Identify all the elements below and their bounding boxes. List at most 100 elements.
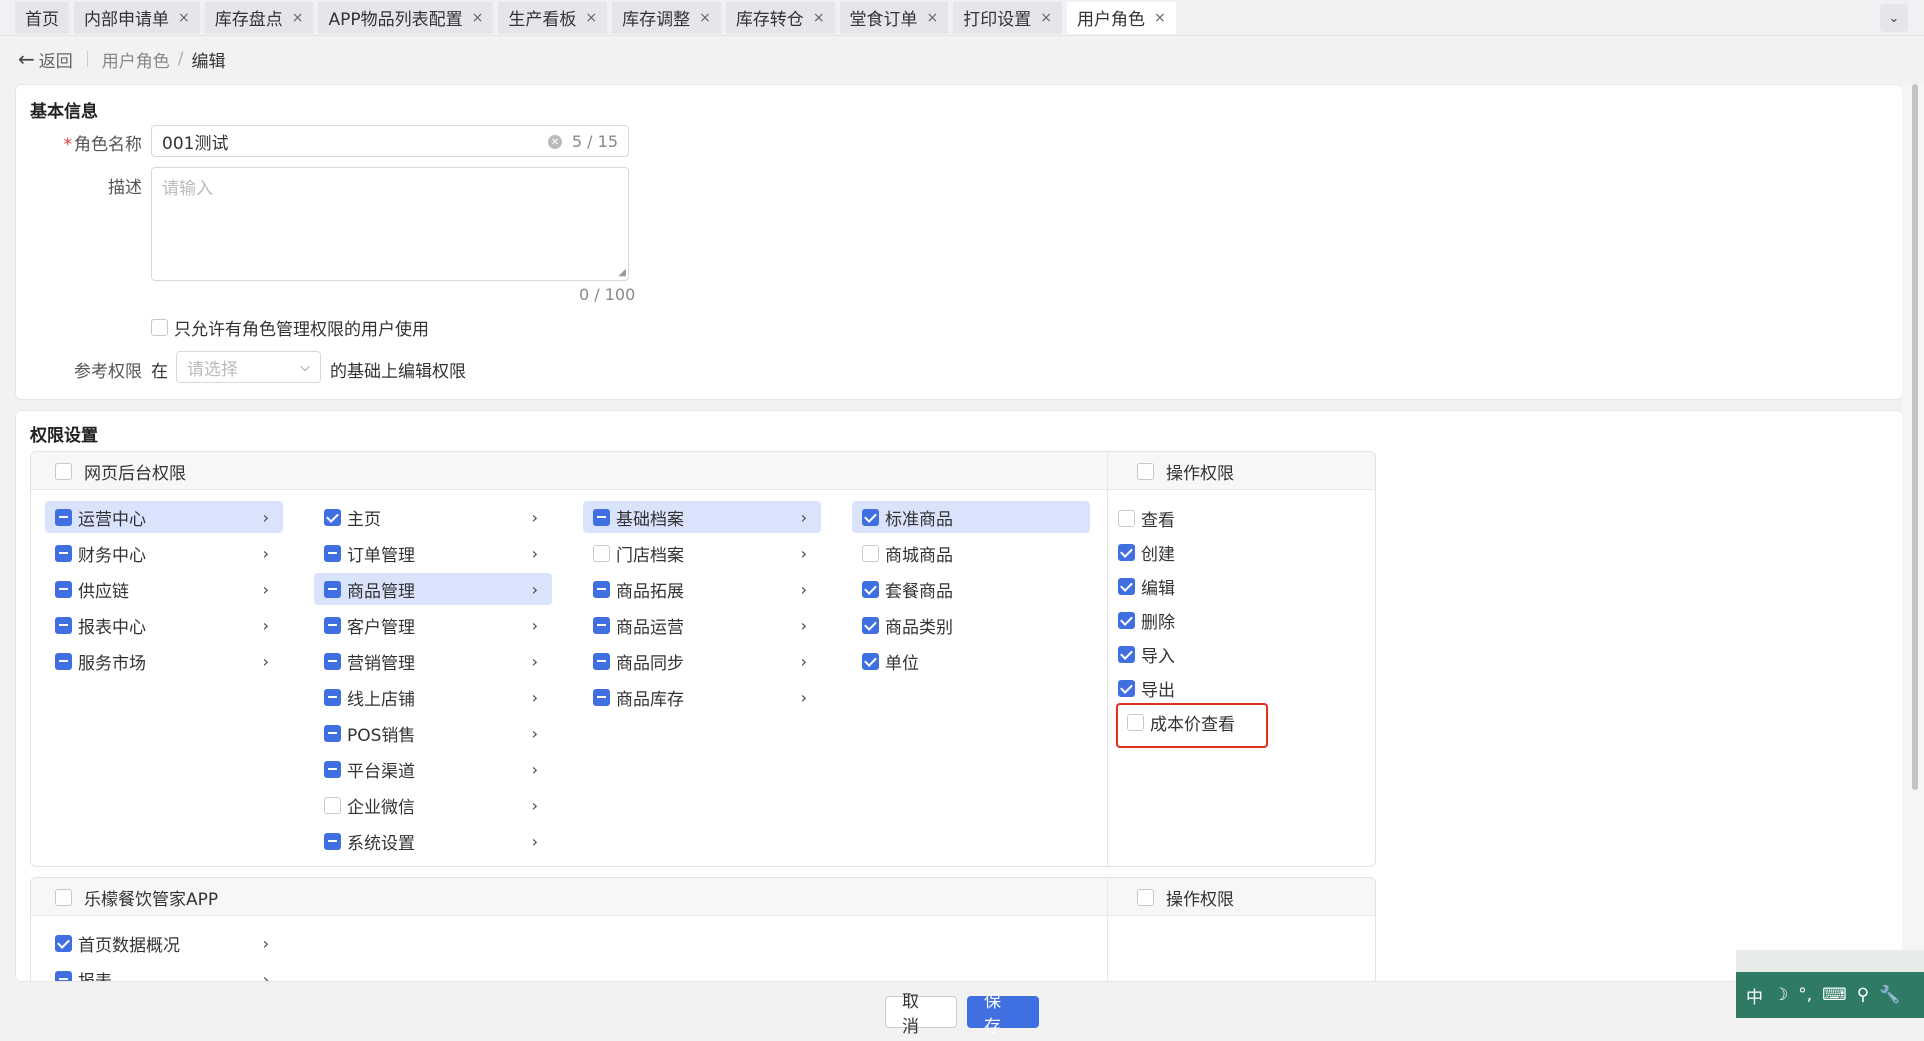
chevron-right-icon[interactable]: › bbox=[532, 796, 538, 815]
permission-checkbox[interactable] bbox=[593, 544, 610, 562]
chevron-right-icon[interactable]: › bbox=[801, 688, 807, 707]
permission-item[interactable]: 单位 bbox=[852, 645, 1090, 677]
ime-icon-1[interactable]: ☽ bbox=[1773, 985, 1788, 1005]
permission-item[interactable]: 企业微信 › bbox=[314, 789, 552, 821]
permission-checkbox[interactable] bbox=[324, 544, 341, 562]
close-icon[interactable]: × bbox=[292, 10, 304, 26]
permission-checkbox[interactable] bbox=[324, 580, 341, 598]
op-permission-checkbox[interactable] bbox=[1118, 543, 1135, 561]
op-permission-checkbox[interactable] bbox=[1118, 577, 1135, 595]
app-permission-all-checkbox[interactable] bbox=[55, 888, 72, 906]
chevron-right-icon[interactable]: › bbox=[263, 934, 269, 953]
op-permission-header-row[interactable]: 操作权限 bbox=[1137, 452, 1234, 490]
chevron-right-icon[interactable]: › bbox=[532, 652, 538, 671]
permission-item[interactable]: 商品类别 bbox=[852, 609, 1090, 641]
permission-item[interactable]: 商城商品 bbox=[852, 537, 1090, 569]
op-permission-item[interactable]: 导入 bbox=[1118, 640, 1175, 668]
app-permission-header-row[interactable]: 乐檬餐饮管家APP bbox=[55, 878, 218, 916]
permission-checkbox[interactable] bbox=[862, 580, 879, 598]
ime-icon-5[interactable]: 🔧 bbox=[1879, 985, 1900, 1005]
cancel-button[interactable]: 取 消 bbox=[885, 992, 957, 1037]
permission-checkbox[interactable] bbox=[324, 616, 341, 634]
ime-icon-2[interactable]: °, bbox=[1798, 985, 1812, 1005]
permission-item[interactable]: 首页数据概况 › bbox=[45, 927, 283, 959]
permission-item[interactable]: 门店档案 › bbox=[583, 537, 821, 569]
scrollbar-thumb[interactable] bbox=[1912, 84, 1918, 790]
permission-item[interactable]: 商品同步 › bbox=[583, 645, 821, 677]
permission-item[interactable]: 标准商品 bbox=[852, 501, 1090, 533]
close-icon[interactable]: × bbox=[472, 10, 484, 26]
permission-checkbox[interactable] bbox=[593, 616, 610, 634]
tab-4[interactable]: 生产看板 × bbox=[498, 1, 608, 34]
permission-item[interactable]: 商品库存 › bbox=[583, 681, 821, 713]
permission-checkbox[interactable] bbox=[862, 652, 879, 670]
permission-checkbox[interactable] bbox=[55, 544, 72, 562]
tab-2[interactable]: 库存盘点 × bbox=[204, 1, 314, 34]
chevron-right-icon[interactable]: › bbox=[263, 652, 269, 671]
permission-item[interactable]: 系统设置 › bbox=[314, 825, 552, 857]
chevron-right-icon[interactable]: › bbox=[532, 508, 538, 527]
chevron-right-icon[interactable]: › bbox=[532, 616, 538, 635]
close-icon[interactable]: × bbox=[585, 10, 597, 26]
tab-6[interactable]: 库存转仓 × bbox=[725, 1, 835, 34]
permission-checkbox[interactable] bbox=[593, 580, 610, 598]
permission-item[interactable]: 订单管理 › bbox=[314, 537, 552, 569]
tab-0[interactable]: 首页 bbox=[15, 1, 69, 34]
role-name-input[interactable]: 001测试 ✕ 5 / 15 bbox=[151, 125, 629, 157]
chevron-right-icon[interactable]: › bbox=[532, 544, 538, 563]
permission-checkbox[interactable] bbox=[324, 796, 341, 814]
tab-9[interactable]: 用户角色 × bbox=[1067, 1, 1176, 34]
tab-1[interactable]: 内部申请单 × bbox=[74, 1, 200, 34]
only-admin-checkbox-row[interactable]: 只允许有角色管理权限的用户使用 bbox=[151, 315, 429, 340]
permission-item[interactable]: 线上店铺 › bbox=[314, 681, 552, 713]
permission-checkbox[interactable] bbox=[55, 616, 72, 634]
resize-grip-icon[interactable]: ◢ bbox=[618, 267, 626, 278]
permission-item[interactable]: 套餐商品 bbox=[852, 573, 1090, 605]
permission-checkbox[interactable] bbox=[862, 616, 879, 634]
permission-item[interactable]: 商品管理 › bbox=[314, 573, 552, 605]
permission-item[interactable]: POS销售 › bbox=[314, 717, 552, 749]
clear-icon[interactable]: ✕ bbox=[548, 135, 562, 149]
close-icon[interactable]: × bbox=[699, 10, 711, 26]
chevron-right-icon[interactable]: › bbox=[532, 688, 538, 707]
permission-item[interactable]: 商品拓展 › bbox=[583, 573, 821, 605]
permission-item[interactable]: 平台渠道 › bbox=[314, 753, 552, 785]
permission-item[interactable]: 客户管理 › bbox=[314, 609, 552, 641]
save-button[interactable]: 保 存 bbox=[967, 992, 1039, 1037]
close-icon[interactable]: × bbox=[927, 10, 939, 26]
permission-item[interactable]: 报表中心 › bbox=[45, 609, 283, 641]
chevron-right-icon[interactable]: › bbox=[801, 652, 807, 671]
chevron-right-icon[interactable]: › bbox=[801, 580, 807, 599]
app-op-permission-all-checkbox[interactable] bbox=[1137, 888, 1154, 906]
tab-7[interactable]: 堂食订单 × bbox=[839, 1, 949, 34]
op-permission-checkbox[interactable] bbox=[1118, 679, 1135, 697]
tab-8[interactable]: 打印设置 × bbox=[953, 1, 1063, 34]
close-icon[interactable]: × bbox=[1154, 10, 1166, 26]
op-permission-checkbox[interactable] bbox=[1118, 611, 1135, 629]
permission-checkbox[interactable] bbox=[55, 934, 72, 952]
chevron-right-icon[interactable]: › bbox=[263, 970, 269, 982]
permission-checkbox[interactable] bbox=[324, 652, 341, 670]
tab-3[interactable]: APP物品列表配置 × bbox=[318, 1, 494, 34]
chevron-right-icon[interactable]: › bbox=[801, 508, 807, 527]
op-permission-item[interactable]: 导出 bbox=[1118, 674, 1175, 702]
op-permission-item[interactable]: 编辑 bbox=[1118, 572, 1175, 600]
permission-item[interactable]: 营销管理 › bbox=[314, 645, 552, 677]
permission-checkbox[interactable] bbox=[324, 688, 341, 706]
permission-checkbox[interactable] bbox=[862, 544, 879, 562]
permission-checkbox[interactable] bbox=[593, 688, 610, 706]
op-permission-item[interactable]: 创建 bbox=[1118, 538, 1175, 566]
chevron-right-icon[interactable]: › bbox=[801, 616, 807, 635]
chevron-right-icon[interactable]: › bbox=[263, 616, 269, 635]
permission-checkbox[interactable] bbox=[55, 970, 72, 981]
op-permission-all-checkbox[interactable] bbox=[1137, 462, 1154, 480]
web-permission-header-row[interactable]: 网页后台权限 bbox=[55, 452, 186, 490]
op-permission-checkbox[interactable] bbox=[1118, 645, 1135, 663]
permission-checkbox[interactable] bbox=[55, 508, 72, 526]
tab-5[interactable]: 库存调整 × bbox=[612, 1, 721, 34]
permission-checkbox[interactable] bbox=[324, 724, 341, 742]
breadcrumb-parent[interactable]: 用户角色 bbox=[102, 47, 170, 72]
description-textarea[interactable]: 请输入 ◢ bbox=[151, 167, 629, 281]
permission-item[interactable]: 主页 › bbox=[314, 501, 552, 533]
op-permission-item[interactable]: 删除 bbox=[1118, 606, 1175, 634]
